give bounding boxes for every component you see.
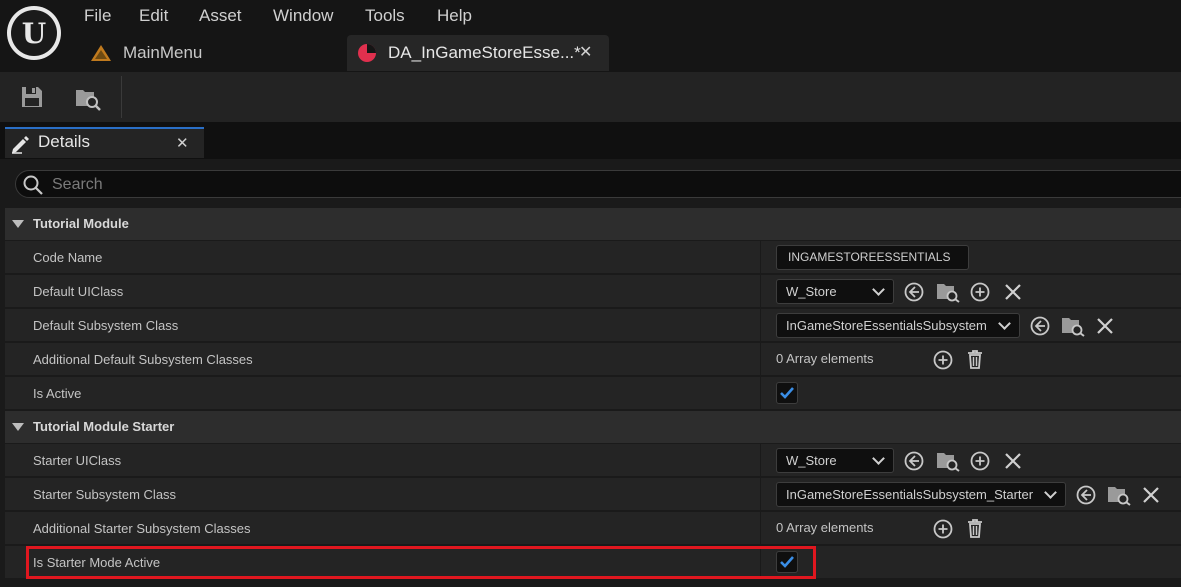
browse-icon[interactable]	[1107, 484, 1131, 506]
property-name: Is Active	[33, 386, 82, 401]
save-icon[interactable]	[20, 85, 44, 109]
property-row: Additional Default Subsystem Classes	[5, 343, 1181, 376]
dropdown-value: W_Store	[786, 453, 837, 468]
tab-details[interactable]: Details ✕	[5, 127, 204, 158]
trash-icon[interactable]	[965, 517, 985, 539]
property-row: Is Starter Mode Active	[5, 546, 1181, 579]
details-pencil-icon	[12, 136, 29, 154]
column-divider	[760, 275, 761, 308]
property-name: Starter UIClass	[33, 453, 122, 468]
dropdown-value: InGameStoreEssentialsSubsystem	[786, 318, 987, 333]
collapse-triangle-icon	[12, 423, 24, 431]
property-name: Additional Starter Subsystem Classes	[33, 521, 251, 536]
chevron-down-icon	[872, 283, 885, 296]
search-icon	[23, 175, 43, 195]
property-name: Starter Subsystem Class	[33, 487, 177, 502]
use-selected-icon[interactable]	[903, 450, 925, 472]
property-row: Additional Starter Subsystem Classes	[5, 512, 1181, 545]
chevron-down-icon	[872, 452, 885, 465]
details-tab-label: Details	[38, 132, 90, 151]
tab-mainmenu[interactable]: MainMenu	[88, 35, 338, 71]
use-selected-icon[interactable]	[1075, 484, 1097, 506]
checkmark-icon	[780, 387, 794, 399]
is-active-checkbox[interactable]	[776, 382, 798, 404]
array-count: 0 Array elements	[776, 520, 874, 535]
default-subsystem-class-dropdown[interactable]: InGameStoreEssentialsSubsystem	[776, 313, 1020, 338]
data-asset-icon	[358, 44, 376, 62]
property-name: Code Name	[33, 250, 103, 265]
column-divider	[760, 478, 761, 511]
browse-icon[interactable]	[936, 281, 960, 303]
column-divider	[760, 343, 761, 376]
use-selected-icon[interactable]	[1029, 315, 1051, 337]
property-name: Is Starter Mode Active	[33, 555, 161, 570]
collapse-triangle-icon	[12, 220, 24, 228]
unreal-logo-letter: U	[11, 10, 57, 56]
dropdown-value: InGameStoreEssentialsSubsystem_Starter	[786, 487, 1034, 502]
add-element-icon[interactable]	[932, 518, 954, 540]
starter-subsystem-class-dropdown[interactable]: InGameStoreEssentialsSubsystem_Starter	[776, 482, 1066, 507]
browse-icon[interactable]	[936, 450, 960, 472]
search-box[interactable]	[15, 170, 1181, 198]
column-divider	[760, 309, 761, 342]
menu-help[interactable]: Help	[437, 4, 472, 28]
add-icon[interactable]	[969, 281, 991, 303]
property-name: Default UIClass	[33, 284, 124, 299]
clear-icon[interactable]	[1003, 282, 1023, 302]
column-divider	[760, 512, 761, 545]
close-details-icon[interactable]: ✕	[176, 134, 189, 152]
add-icon[interactable]	[969, 450, 991, 472]
menu-edit[interactable]: Edit	[139, 4, 168, 28]
tab-mainmenu-label: MainMenu	[123, 43, 203, 62]
clear-icon[interactable]	[1003, 451, 1023, 471]
category-label: Tutorial Module	[33, 216, 129, 231]
browse-icon[interactable]	[1061, 315, 1085, 337]
property-name: Default Subsystem Class	[33, 318, 179, 333]
property-row: Is Active	[5, 377, 1181, 410]
level-icon	[91, 45, 111, 61]
array-count: 0 Array elements	[776, 351, 874, 366]
property-row: Code Name	[5, 241, 1181, 274]
column-divider	[760, 444, 761, 477]
default-uiclass-dropdown[interactable]: W_Store	[776, 279, 894, 304]
category-label: Tutorial Module Starter	[33, 419, 175, 434]
chevron-down-icon	[998, 317, 1011, 330]
add-element-icon[interactable]	[932, 349, 954, 371]
search-input[interactable]	[50, 174, 954, 196]
checkmark-icon	[780, 556, 794, 568]
menu-tools[interactable]: Tools	[365, 4, 405, 28]
clear-icon[interactable]	[1095, 316, 1115, 336]
unreal-logo[interactable]: U	[7, 6, 61, 60]
browse-to-asset-icon[interactable]	[74, 84, 102, 112]
toolbar	[0, 72, 1181, 122]
close-tab-icon[interactable]: ✕	[579, 35, 592, 71]
menu-asset[interactable]: Asset	[199, 4, 242, 28]
chevron-down-icon	[1044, 486, 1057, 499]
menu-file[interactable]: File	[84, 4, 111, 28]
clear-icon[interactable]	[1141, 485, 1161, 505]
trash-icon[interactable]	[965, 348, 985, 370]
toolbar-separator	[121, 76, 122, 118]
code-name-field[interactable]: INGAMESTOREESSENTIALS	[776, 245, 969, 270]
menu-window[interactable]: Window	[273, 4, 333, 28]
dropdown-value: W_Store	[786, 284, 837, 299]
category-tutorial-module-starter[interactable]: Tutorial Module Starter	[5, 411, 1181, 443]
starter-uiclass-dropdown[interactable]: W_Store	[776, 448, 894, 473]
property-name: Additional Default Subsystem Classes	[33, 352, 253, 367]
category-tutorial-module[interactable]: Tutorial Module	[5, 208, 1181, 240]
column-divider	[760, 377, 761, 410]
tab-data-asset-label: DA_InGameStoreEsse...*	[388, 43, 581, 62]
is-starter-mode-active-checkbox[interactable]	[776, 551, 798, 573]
column-divider	[760, 546, 761, 579]
column-divider	[760, 241, 761, 274]
use-selected-icon[interactable]	[903, 281, 925, 303]
tab-data-asset[interactable]: DA_InGameStoreEsse...* ✕	[347, 35, 609, 71]
